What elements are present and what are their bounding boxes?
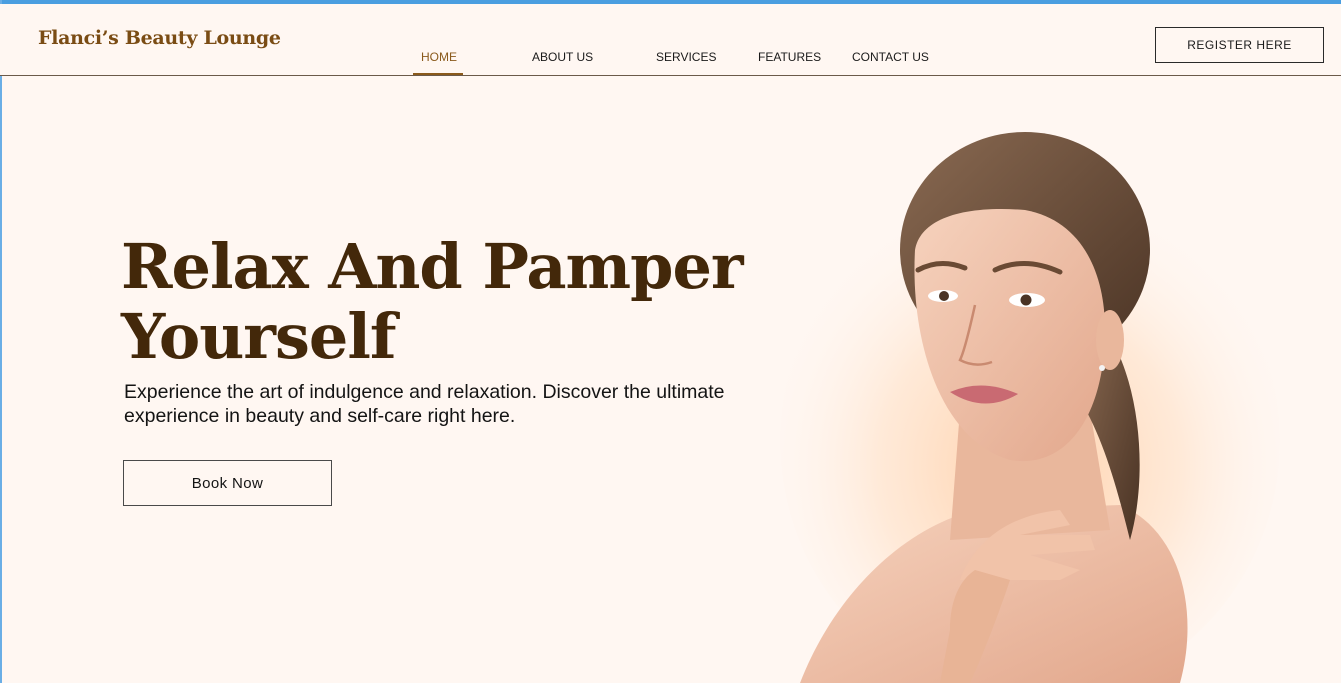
nav-item-services[interactable]: SERVICES: [656, 50, 716, 64]
window-frame-left: [0, 0, 2, 683]
register-button[interactable]: REGISTER HERE: [1155, 27, 1324, 63]
nav-item-home[interactable]: HOME: [421, 50, 457, 64]
nav-item-about-us[interactable]: ABOUT US: [532, 50, 593, 64]
woman-portrait-image: [780, 132, 1280, 683]
active-nav-indicator: [413, 73, 463, 75]
nav-item-contact-us[interactable]: CONTACT US: [852, 50, 929, 64]
main-nav: HOME ABOUT US SERVICES FEATURES CONTACT …: [0, 4, 1341, 75]
nav-item-features[interactable]: FEATURES: [758, 50, 821, 64]
hero-subtitle: Experience the art of indulgence and rel…: [124, 381, 725, 427]
site-header: Flanci’s Beauty Lounge HOME ABOUT US SER…: [0, 4, 1341, 76]
hero-title: Relax And Pamper Yourself: [121, 230, 744, 373]
book-now-button[interactable]: Book Now: [123, 460, 332, 506]
